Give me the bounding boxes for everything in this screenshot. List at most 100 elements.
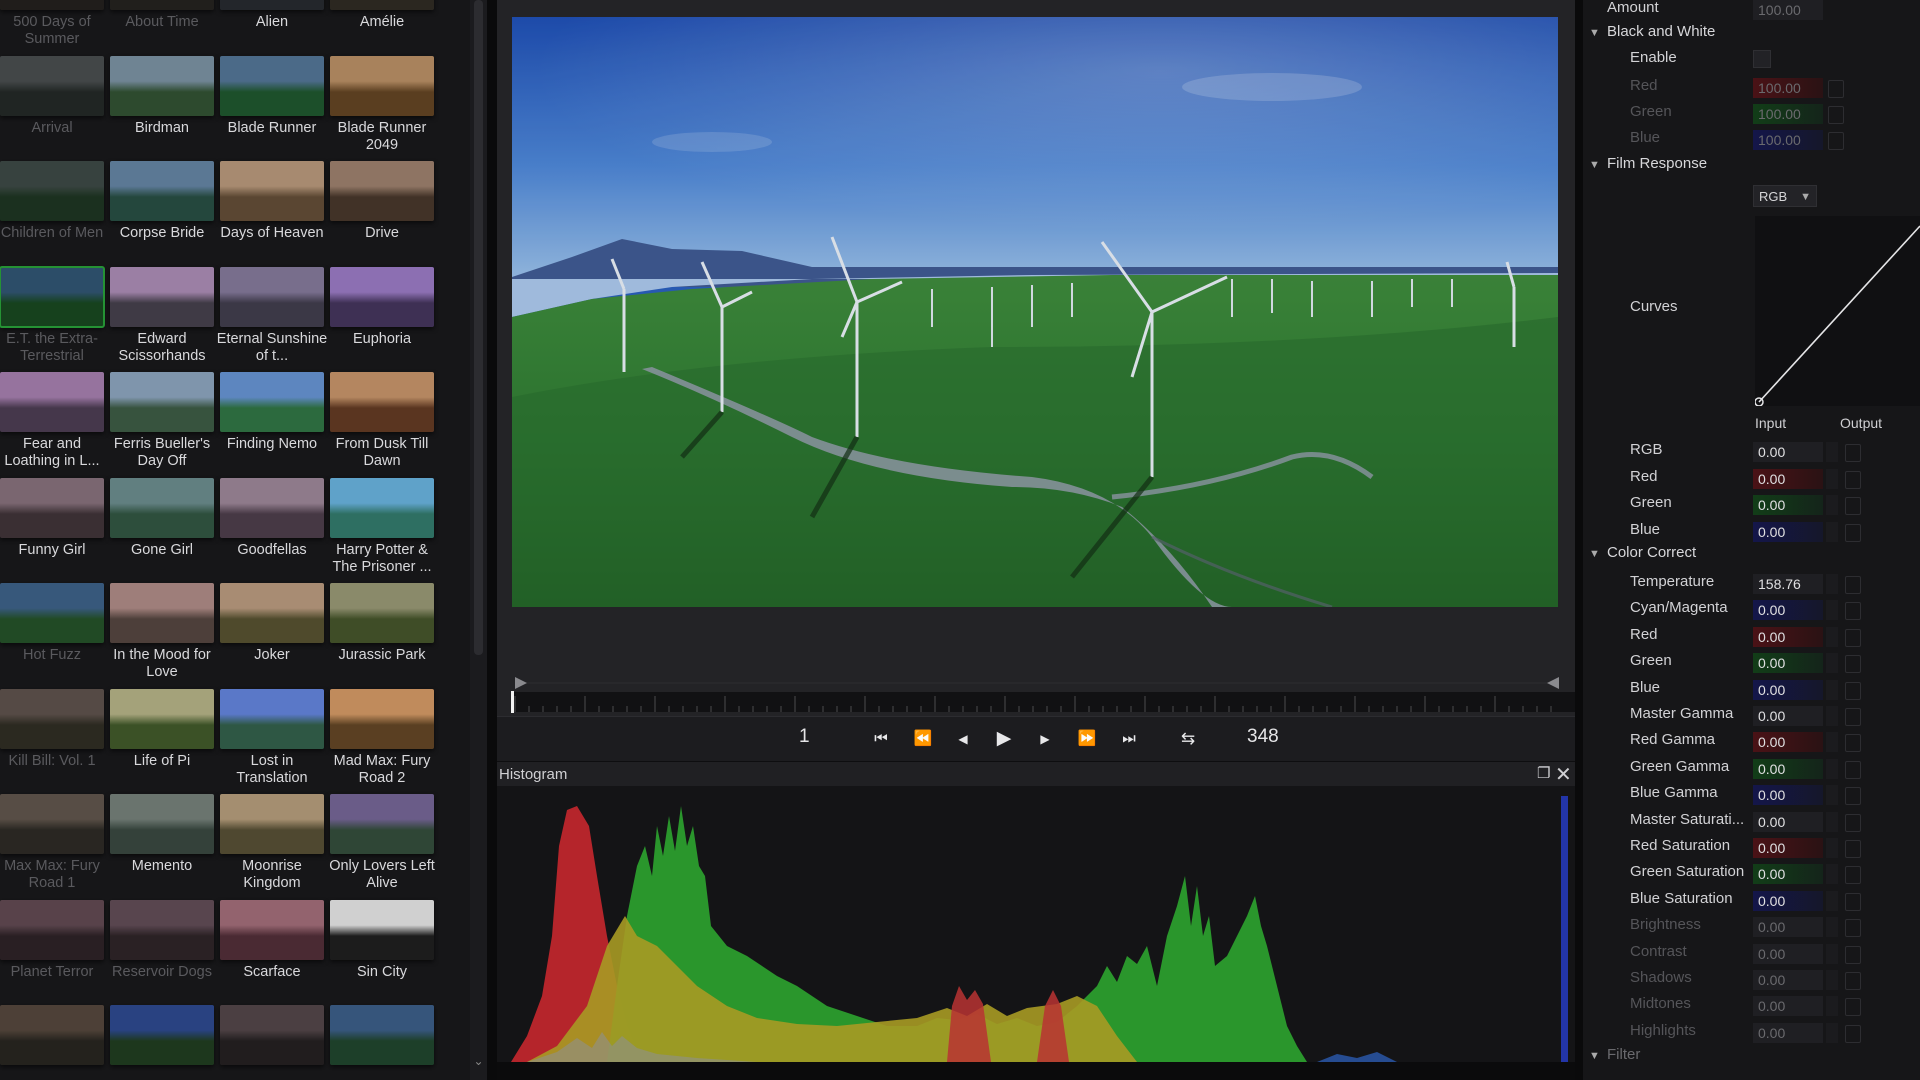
lut-thumbnail[interactable] (220, 161, 324, 221)
lut-item[interactable] (330, 1005, 434, 1080)
param-value-field[interactable]: 0.00 (1753, 811, 1823, 832)
param-stepper[interactable] (1826, 811, 1838, 832)
curve-channel-select[interactable]: RGB ▼ (1753, 185, 1817, 207)
lut-thumbnail[interactable] (220, 899, 324, 960)
timeline[interactable] (497, 676, 1575, 716)
lut-thumbnail[interactable] (110, 1005, 214, 1065)
float-window-icon[interactable]: ❐ (1537, 764, 1553, 782)
lut-item[interactable]: Jurassic Park (330, 583, 434, 687)
param-value-field[interactable]: 0.00 (1753, 917, 1823, 938)
playhead[interactable] (511, 691, 514, 713)
param-reset[interactable] (1845, 655, 1861, 674)
lut-thumbnail[interactable] (220, 477, 324, 538)
lut-item[interactable]: Kill Bill: Vol. 1 (0, 688, 104, 793)
lut-thumbnail[interactable] (330, 794, 434, 854)
param-reset[interactable] (1845, 892, 1861, 911)
curves-graph[interactable] (1754, 216, 1920, 407)
chevron-down-icon[interactable]: ▼ (1589, 23, 1603, 43)
lut-item[interactable]: Gone Girl (110, 477, 214, 582)
lut-item[interactable]: Alien (220, 0, 324, 54)
param-reset[interactable] (1845, 708, 1861, 726)
param-value-field[interactable]: 0.00 (1753, 970, 1823, 990)
lut-item[interactable] (0, 1005, 104, 1080)
lut-thumbnail[interactable] (220, 794, 324, 854)
lut-thumbnail[interactable] (0, 265, 105, 328)
lut-item[interactable]: Blade Runner 2049 (330, 55, 434, 160)
param-value-field[interactable]: 0.00 (1753, 890, 1823, 911)
lut-thumbnail[interactable] (330, 899, 434, 960)
param-reset[interactable] (1845, 628, 1861, 647)
param-value-field[interactable]: 0.00 (1753, 838, 1823, 858)
lut-thumbnail[interactable] (0, 583, 104, 643)
lut-thumbnail[interactable] (110, 266, 214, 327)
lut-item[interactable]: Fear and Loathing in L... (0, 372, 104, 476)
param-stepper[interactable] (1826, 574, 1838, 594)
bw-blue-reset[interactable] (1828, 132, 1844, 150)
param-stepper[interactable] (1826, 626, 1838, 647)
param-stepper[interactable] (1826, 600, 1838, 621)
param-stepper[interactable] (1826, 890, 1838, 911)
lut-item[interactable]: Life of Pi (110, 688, 214, 793)
lut-thumbnail[interactable] (0, 0, 104, 10)
lut-thumbnail[interactable] (330, 55, 434, 116)
lut-thumbnail[interactable] (220, 372, 324, 432)
lut-item[interactable] (220, 1005, 324, 1080)
lut-item[interactable]: Ferris Bueller's Day Off (110, 372, 214, 476)
lut-item[interactable]: Lost in Translation (220, 688, 324, 793)
timeline-ruler[interactable] (497, 676, 1575, 716)
param-value-field[interactable]: 0.00 (1753, 495, 1823, 515)
param-reset[interactable] (1845, 972, 1861, 990)
lut-thumbnail[interactable] (110, 794, 214, 854)
lut-item[interactable]: Children of Men (0, 161, 104, 265)
lut-item[interactable]: Corpse Bride (110, 161, 214, 265)
section-color-correct[interactable]: ▼ Color Correct (1589, 543, 1696, 563)
lut-thumbnail[interactable] (0, 1005, 104, 1065)
in-point-marker[interactable] (515, 677, 527, 689)
param-reset[interactable] (1845, 840, 1861, 858)
lut-scroll-thumb[interactable] (474, 0, 483, 655)
lut-item[interactable]: 500 Days of Summer (0, 0, 104, 54)
lut-item[interactable]: Amélie (330, 0, 434, 54)
lut-item[interactable]: Planet Terror (0, 899, 104, 1004)
section-filter[interactable]: ▼ Filter (1589, 1045, 1640, 1065)
lut-item[interactable]: Funny Girl (0, 477, 104, 582)
param-reset[interactable] (1845, 813, 1861, 832)
lut-thumbnail[interactable] (110, 372, 214, 432)
param-reset[interactable] (1845, 1024, 1861, 1043)
lut-thumbnail[interactable] (0, 55, 104, 116)
lut-thumbnail[interactable] (330, 688, 434, 749)
lut-thumbnail[interactable] (220, 583, 324, 643)
scroll-down-icon[interactable]: ⌄ (470, 1054, 487, 1074)
lut-item[interactable]: Only Lovers Left Alive (329, 794, 435, 898)
param-reset[interactable] (1845, 470, 1861, 489)
lut-thumbnail[interactable] (330, 477, 434, 538)
param-reset[interactable] (1845, 919, 1861, 938)
param-reset[interactable] (1845, 866, 1861, 885)
lut-thumbnail[interactable] (330, 0, 434, 10)
param-reset[interactable] (1845, 734, 1861, 753)
param-value-field[interactable]: 0.00 (1753, 600, 1823, 621)
lut-item[interactable]: E.T. the Extra-Terrestrial (0, 265, 105, 371)
chevron-down-icon[interactable]: ▼ (1589, 1046, 1603, 1066)
lut-item[interactable]: Mad Max: Fury Road 2 (330, 688, 434, 793)
param-value-field[interactable]: 0.00 (1753, 943, 1823, 964)
section-film-response[interactable]: ▼ Film Response (1589, 154, 1707, 174)
lut-thumbnail[interactable] (110, 899, 214, 960)
param-value-field[interactable]: 0.00 (1753, 758, 1823, 779)
amount-field[interactable]: 100.00 (1753, 0, 1823, 20)
lut-item[interactable]: Hot Fuzz (0, 583, 104, 687)
param-value-field[interactable]: 0.00 (1753, 706, 1823, 726)
param-value-field[interactable]: 0.00 (1753, 679, 1823, 700)
curves-line[interactable] (1754, 216, 1920, 407)
close-icon[interactable]: ✕ (1555, 762, 1573, 786)
chevron-down-icon[interactable]: ▼ (1589, 155, 1603, 175)
param-reset[interactable] (1845, 497, 1861, 515)
lut-thumbnail[interactable] (330, 372, 434, 432)
play-button[interactable]: ▶ (991, 727, 1017, 751)
param-stepper[interactable] (1826, 679, 1838, 700)
param-value-field[interactable]: 0.00 (1753, 521, 1823, 542)
lut-item[interactable]: Scarface (220, 899, 324, 1004)
param-value-field[interactable]: 0.00 (1753, 1022, 1823, 1043)
lut-thumbnail[interactable] (110, 161, 214, 221)
param-value-field[interactable]: 0.00 (1753, 442, 1823, 462)
